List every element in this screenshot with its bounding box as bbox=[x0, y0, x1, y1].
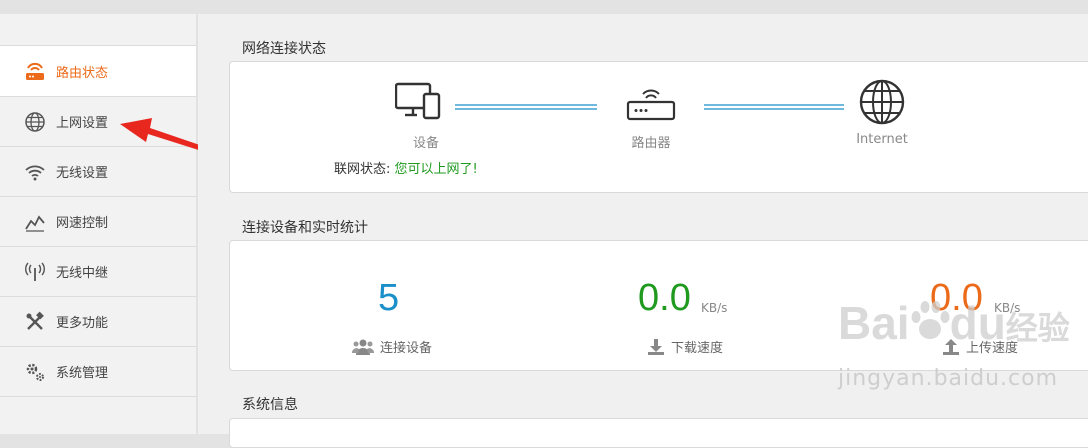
upload-unit: KB/s bbox=[994, 301, 1021, 315]
internet-globe-icon bbox=[858, 78, 906, 130]
devices-icon bbox=[394, 82, 443, 126]
devices-label: 设备 bbox=[412, 136, 439, 151]
internet-label: Internet bbox=[856, 132, 908, 147]
connection-line-left bbox=[455, 104, 597, 110]
upload-icon bbox=[943, 338, 959, 355]
download-speed-label: 下载速度 bbox=[647, 337, 723, 356]
status-text: 您可以上网了! bbox=[394, 162, 478, 177]
upload-speed-label: 上传速度 bbox=[942, 337, 1018, 356]
connected-label-text: 连接设备 bbox=[380, 341, 433, 356]
router-device-icon bbox=[626, 82, 676, 126]
router-label: 路由器 bbox=[631, 136, 671, 151]
connected-count: 5 bbox=[378, 277, 400, 319]
download-icon bbox=[648, 338, 664, 355]
download-label-text: 下载速度 bbox=[671, 341, 724, 356]
status-prefix: 联网状态: bbox=[334, 162, 391, 177]
connection-line-right bbox=[704, 104, 844, 110]
connected-devices-label: 连接设备 bbox=[352, 337, 432, 356]
system-info-title: 系统信息 bbox=[242, 397, 298, 413]
download-unit: KB/s bbox=[701, 301, 728, 315]
main-content: 网络连接状态 设备 路由器 Internet 联网状态: 您可以上网了! 连接设… bbox=[198, 14, 1088, 448]
stats-card: 5 连接设备 0.0 KB/s 下载速度 0.0 KB/s 上传速度 bbox=[229, 240, 1088, 371]
system-info-card bbox=[229, 418, 1088, 448]
upload-value: 0.0 bbox=[930, 277, 983, 319]
upload-label-text: 上传速度 bbox=[966, 341, 1019, 356]
users-icon bbox=[352, 339, 374, 355]
stats-title: 连接设备和实时统计 bbox=[242, 220, 368, 236]
network-status-title: 网络连接状态 bbox=[242, 41, 326, 57]
download-value: 0.0 bbox=[638, 277, 691, 319]
connection-status: 联网状态: 您可以上网了! bbox=[334, 158, 478, 177]
network-status-card: 设备 路由器 Internet 联网状态: 您可以上网了! bbox=[229, 61, 1088, 193]
